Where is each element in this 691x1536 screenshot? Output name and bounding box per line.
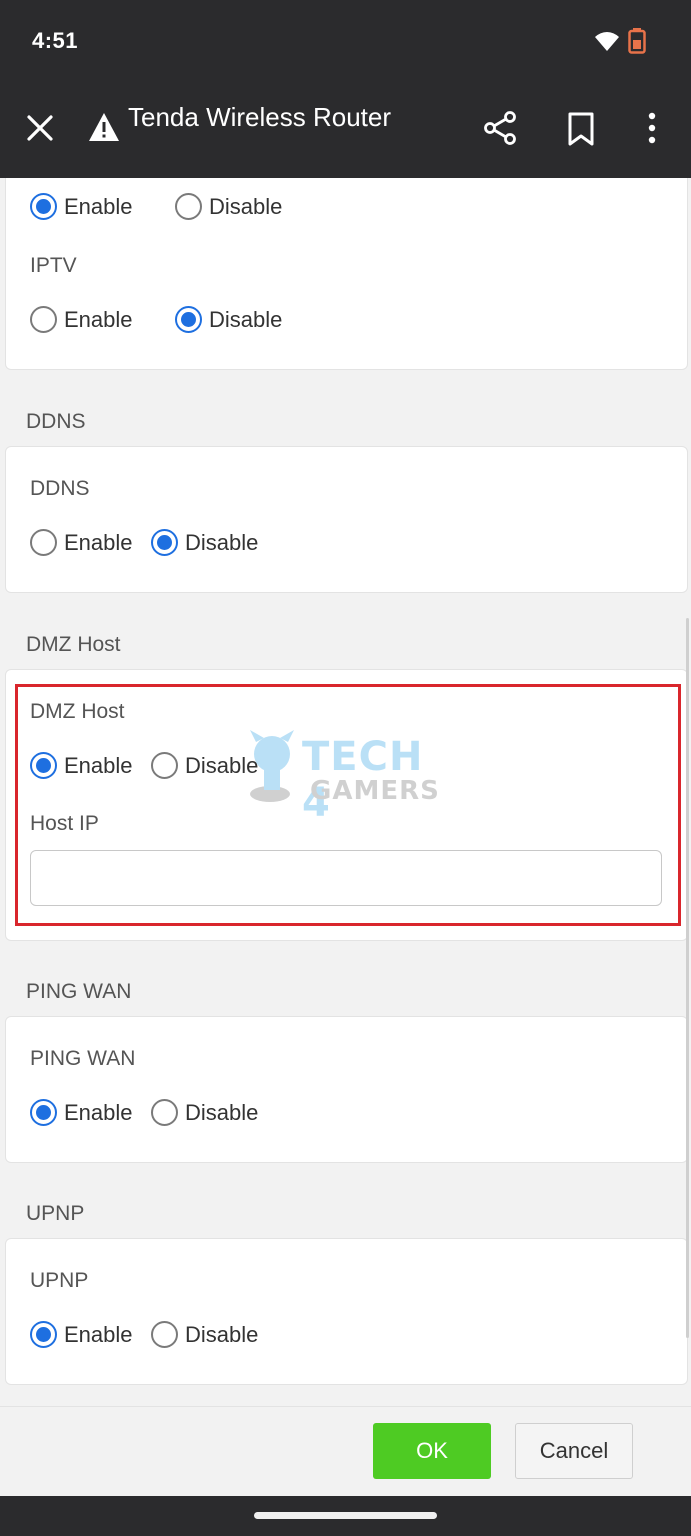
radio-upnp-enable[interactable]: Enable xyxy=(30,1321,133,1348)
card-ping-wan xyxy=(5,1016,688,1163)
radio-ping-wan-enable[interactable]: Enable xyxy=(30,1099,133,1126)
radio-dot xyxy=(151,529,178,556)
host-ip-label: Host IP xyxy=(30,812,99,835)
ok-button[interactable]: OK xyxy=(373,1423,491,1479)
radio-upnp-disable[interactable]: Disable xyxy=(151,1321,258,1348)
radio-dot xyxy=(30,193,57,220)
radio-label: Enable xyxy=(64,306,133,332)
section-title-ddns: DDNS xyxy=(26,410,86,433)
footer-bar: OK Cancel xyxy=(0,1406,691,1496)
card-ddns xyxy=(5,446,688,593)
radio-label: Enable xyxy=(64,1099,133,1125)
mascot-icon xyxy=(250,730,294,802)
share-icon[interactable] xyxy=(482,110,518,146)
app-title: Tenda Wireless Router xyxy=(128,102,391,132)
radio-label: Enable xyxy=(64,193,133,219)
radio-dot xyxy=(151,1099,178,1126)
radio-dmz-disable[interactable]: Disable xyxy=(151,752,258,779)
radio-dot xyxy=(175,193,202,220)
more-options-icon[interactable] xyxy=(640,110,664,146)
settings-content[interactable]: Enable Disable IPTV Enable Disable DDNS … xyxy=(0,178,691,1406)
radio-label: Enable xyxy=(64,1321,133,1347)
radio-dot xyxy=(30,529,57,556)
cancel-button[interactable]: Cancel xyxy=(515,1423,633,1479)
radio-ddns-disable[interactable]: Disable xyxy=(151,529,258,556)
radio-label: Enable xyxy=(64,752,133,778)
radio-label: Enable xyxy=(64,529,133,555)
radio-label: Disable xyxy=(209,193,283,219)
radio-dot xyxy=(30,1099,57,1126)
card-upnp xyxy=(5,1238,688,1385)
watermark-line2: GAMERS xyxy=(310,776,440,806)
dmz-label: DMZ Host xyxy=(30,700,125,723)
upnp-label: UPNP xyxy=(30,1269,89,1292)
radio-label: Disable xyxy=(185,1099,259,1125)
section-title-ping-wan: PING WAN xyxy=(26,980,132,1003)
battery-icon xyxy=(628,28,646,54)
bookmark-icon[interactable] xyxy=(566,112,596,146)
radio-dmz-enable[interactable]: Enable xyxy=(30,752,133,779)
radio-dot xyxy=(30,1321,57,1348)
radio-top-enable[interactable]: Enable xyxy=(30,193,133,220)
close-icon[interactable] xyxy=(24,112,56,144)
radio-dot xyxy=(151,1321,178,1348)
radio-dot xyxy=(30,306,57,333)
page: 4:51 Tenda Wireless Router Enable Disabl… xyxy=(0,0,691,1536)
navigation-bar xyxy=(0,1496,691,1536)
iptv-label: IPTV xyxy=(30,254,77,277)
radio-iptv-enable[interactable]: Enable xyxy=(30,306,133,333)
radio-ddns-enable[interactable]: Enable xyxy=(30,529,133,556)
radio-ping-wan-disable[interactable]: Disable xyxy=(151,1099,258,1126)
watermark: TECH 4 GAMERS xyxy=(244,728,454,826)
radio-dot xyxy=(30,752,57,779)
section-title-upnp: UPNP xyxy=(26,1202,85,1225)
radio-label: Disable xyxy=(185,529,259,555)
status-bar: 4:51 xyxy=(0,0,691,80)
radio-label: Disable xyxy=(185,1321,259,1347)
radio-dot xyxy=(175,306,202,333)
app-bar: Tenda Wireless Router xyxy=(0,80,691,178)
radio-iptv-disable[interactable]: Disable xyxy=(175,306,282,333)
wifi-icon xyxy=(595,32,619,51)
radio-label: Disable xyxy=(209,306,283,332)
ping-wan-label: PING WAN xyxy=(30,1047,136,1070)
home-gesture-handle[interactable] xyxy=(254,1512,437,1519)
ddns-label: DDNS xyxy=(30,477,90,500)
scrollbar-thumb[interactable] xyxy=(686,618,689,1338)
section-title-dmz: DMZ Host xyxy=(26,633,121,656)
radio-top-disable[interactable]: Disable xyxy=(175,193,282,220)
status-time: 4:51 xyxy=(32,28,79,53)
warning-icon xyxy=(89,113,119,141)
radio-dot xyxy=(151,752,178,779)
host-ip-input[interactable] xyxy=(30,850,662,906)
